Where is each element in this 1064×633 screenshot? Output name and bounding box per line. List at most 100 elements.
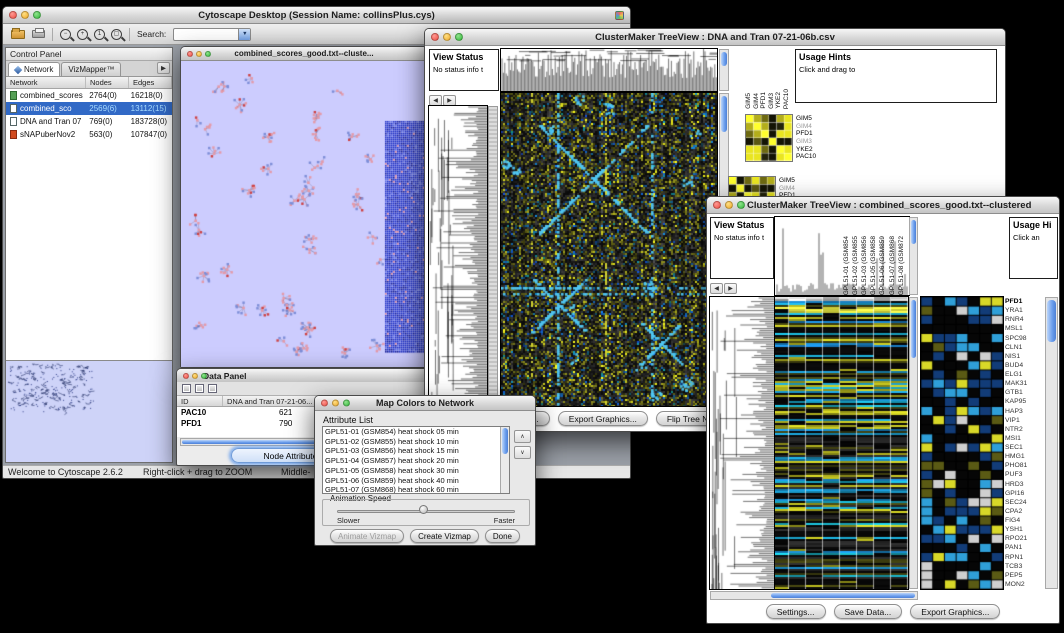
- gene-label[interactable]: VIP1: [1005, 416, 1044, 425]
- gene-label[interactable]: YSH1: [1005, 525, 1044, 534]
- gene-label[interactable]: HAP3: [1005, 407, 1044, 416]
- create-vizmap-button[interactable]: Create Vizmap: [410, 529, 479, 543]
- heatmap-canvas[interactable]: [775, 297, 908, 589]
- search-combobox[interactable]: ▼: [173, 28, 251, 41]
- close-icon[interactable]: [321, 400, 328, 407]
- column-header-edges[interactable]: Edges: [129, 77, 172, 88]
- network-canvas[interactable]: [181, 61, 427, 367]
- row-dendrogram-canvas[interactable]: [710, 297, 775, 589]
- network-overview[interactable]: [6, 360, 172, 462]
- gene-label[interactable]: CLN1: [1005, 343, 1044, 352]
- gene-label[interactable]: MSL1: [1005, 324, 1044, 333]
- maximize-icon[interactable]: [455, 33, 463, 41]
- close-icon[interactable]: [713, 201, 721, 209]
- attribute-list-item[interactable]: GPL51-02 (GSM855) heat shock 10 min: [323, 437, 509, 447]
- gene-label[interactable]: NIS1: [1005, 352, 1044, 361]
- heatmap-canvas[interactable]: [501, 93, 717, 406]
- gene-label[interactable]: MON2: [1005, 580, 1044, 589]
- network-table-row[interactable]: combined_sco2569(6)13112(15): [6, 102, 172, 115]
- gene-list-scrollbar[interactable]: [1045, 297, 1058, 589]
- animate-vizmap-button[interactable]: Animate Vizmap: [330, 529, 404, 543]
- maximize-icon[interactable]: [737, 201, 745, 209]
- create-attribute-icon[interactable]: [195, 384, 204, 393]
- heatmap-vscrollbar[interactable]: [909, 297, 918, 589]
- gene-label[interactable]: PUF3: [1005, 470, 1044, 479]
- column-header-id[interactable]: ID: [177, 396, 223, 406]
- gene-label[interactable]: PEP5: [1005, 571, 1044, 580]
- attribute-list-scrollbar[interactable]: [500, 427, 509, 493]
- gene-label[interactable]: HMG1: [1005, 452, 1044, 461]
- network-table-row[interactable]: combined_scores2764(0)16218(0): [6, 89, 172, 102]
- similarity-matrix-canvas[interactable]: [746, 115, 792, 161]
- done-button[interactable]: Done: [485, 529, 520, 543]
- gene-label[interactable]: RPN1: [1005, 553, 1044, 562]
- attribute-listbox[interactable]: GPL51-01 (GSM854) heat shock 05 minGPL51…: [322, 426, 510, 494]
- heatmap-hscrollbar[interactable]: [710, 591, 918, 600]
- gene-label[interactable]: SPC98: [1005, 334, 1044, 343]
- minimize-icon[interactable]: [725, 201, 733, 209]
- magnifier-icon[interactable]: −: [60, 29, 71, 40]
- treeview-dna-titlebar[interactable]: ClusterMaker TreeView : DNA and Tran 07-…: [425, 29, 1005, 46]
- attribute-list-item[interactable]: GPL51-01 (GSM854) heat shock 05 min: [323, 427, 509, 437]
- move-down-button[interactable]: ∨: [514, 446, 531, 459]
- gene-label[interactable]: BUD4: [1005, 361, 1044, 370]
- overview-canvas[interactable]: [6, 361, 172, 462]
- save-data-button[interactable]: Save Data...: [834, 604, 903, 619]
- attribute-list-item[interactable]: GPL51-07 (GSM868) heat shock 60 min: [323, 485, 509, 494]
- scroll-left-button[interactable]: ◀: [429, 95, 442, 106]
- column-header-scrollbar[interactable]: [909, 217, 918, 295]
- gene-label[interactable]: MSI1: [1005, 434, 1044, 443]
- gene-label[interactable]: PAN1: [1005, 543, 1044, 552]
- magnifier-icon[interactable]: +: [77, 29, 88, 40]
- scrollbar-thumb[interactable]: [911, 300, 916, 358]
- close-icon[interactable]: [9, 11, 17, 19]
- scroll-right-button[interactable]: ▶: [724, 283, 737, 294]
- gene-label[interactable]: YRA1: [1005, 306, 1044, 315]
- network-view-titlebar[interactable]: combined_scores_good.txt--cluste...: [181, 47, 427, 61]
- gene-label[interactable]: CPA2: [1005, 507, 1044, 516]
- gene-label[interactable]: HRD3: [1005, 480, 1044, 489]
- gene-label[interactable]: PFD1: [1005, 297, 1044, 306]
- dropdown-icon[interactable]: ▼: [238, 29, 250, 40]
- search-input[interactable]: [174, 29, 238, 40]
- close-icon[interactable]: [431, 33, 439, 41]
- close-icon[interactable]: [187, 51, 193, 57]
- speed-slider-thumb[interactable]: [419, 505, 428, 514]
- maximize-icon[interactable]: [205, 51, 211, 57]
- attribute-list-item[interactable]: GPL51-03 (GSM856) heat shock 15 min: [323, 446, 509, 456]
- gene-label[interactable]: GPI16: [1005, 489, 1044, 498]
- open-folder-icon[interactable]: [11, 30, 25, 39]
- tab-network[interactable]: Network: [8, 62, 60, 76]
- magnifier-icon[interactable]: 1: [94, 29, 105, 40]
- gene-label[interactable]: MAK31: [1005, 379, 1044, 388]
- data-panel-titlebar[interactable]: Data Panel: [177, 369, 437, 383]
- close-icon[interactable]: [183, 373, 189, 379]
- minimize-icon[interactable]: [443, 33, 451, 41]
- gene-label[interactable]: NTR2: [1005, 425, 1044, 434]
- scrollbar-thumb[interactable]: [721, 96, 727, 132]
- row-dendrogram-canvas[interactable]: [429, 106, 487, 406]
- column-dendrogram-canvas[interactable]: [501, 49, 717, 91]
- minimize-icon[interactable]: [196, 51, 202, 57]
- attribute-list-item[interactable]: GPL51-04 (GSM857) heat shock 20 min: [323, 456, 509, 466]
- minimize-icon[interactable]: [192, 373, 198, 379]
- settings-button[interactable]: Settings...: [766, 604, 826, 619]
- export-graphics-button[interactable]: Export Graphics...: [558, 411, 648, 426]
- scrollbar-thumb[interactable]: [771, 593, 915, 598]
- row-dendrogram-scrollbar[interactable]: [488, 106, 498, 406]
- maximize-icon[interactable]: [33, 11, 41, 19]
- column-header-network[interactable]: Network: [6, 77, 86, 88]
- tab-overflow-button[interactable]: ▶: [157, 62, 170, 74]
- delete-attribute-icon[interactable]: [208, 384, 217, 393]
- maximize-icon[interactable]: [343, 400, 350, 407]
- gene-label[interactable]: RNR4: [1005, 315, 1044, 324]
- minimize-icon[interactable]: [21, 11, 29, 19]
- scroll-left-button[interactable]: ◀: [710, 283, 723, 294]
- attribute-list-item[interactable]: GPL51-05 (GSM858) heat shock 30 min: [323, 466, 509, 476]
- scrollbar-thumb[interactable]: [911, 220, 916, 244]
- print-icon[interactable]: [32, 30, 45, 38]
- scroll-right-button[interactable]: ▶: [443, 95, 456, 106]
- gene-label[interactable]: PHO81: [1005, 461, 1044, 470]
- network-table-row[interactable]: DNA and Tran 07769(0)183728(0): [6, 115, 172, 128]
- gene-label[interactable]: ELG1: [1005, 370, 1044, 379]
